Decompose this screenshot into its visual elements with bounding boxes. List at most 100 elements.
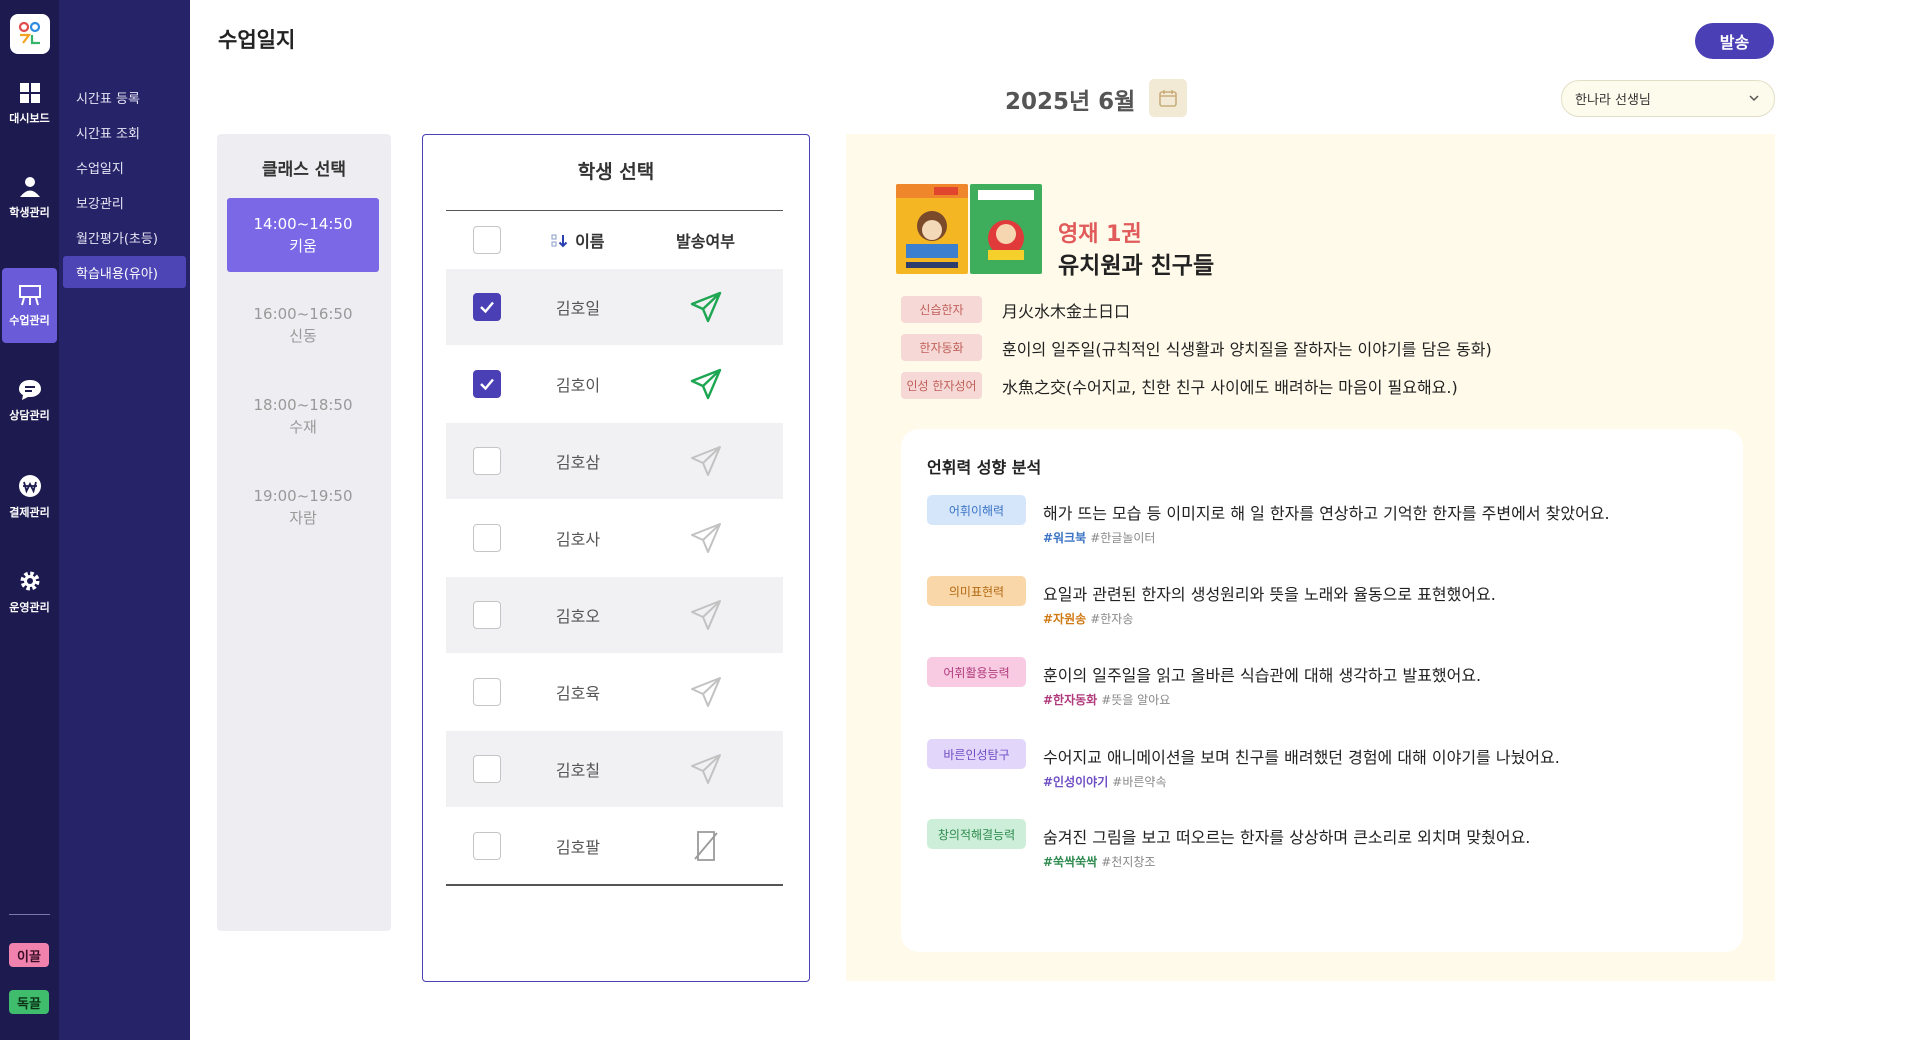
submenu-schedule-view[interactable]: 시간표 조회 bbox=[63, 116, 186, 148]
hashtag: #쑥싹쑥싹 bbox=[1043, 855, 1098, 869]
send-disabled-icon bbox=[693, 831, 718, 861]
nav-dashboard-label: 대시보드 bbox=[9, 111, 50, 125]
class-item[interactable]: 16:00~16:50 신동 bbox=[227, 288, 379, 362]
class-time: 19:00~19:50 bbox=[253, 487, 353, 505]
info-text: 水魚之交(수어지교, 친한 친구 사이에도 배려하는 마음이 필요해요.) bbox=[1002, 377, 1458, 397]
nav-counseling[interactable]: 상담관리 bbox=[2, 363, 57, 438]
analysis-hashtags: #한자동화 #뜻을 알아요 bbox=[1043, 691, 1170, 708]
student-icon bbox=[19, 176, 40, 197]
nav-students[interactable]: 학생관리 bbox=[2, 160, 57, 235]
checkmark-icon bbox=[480, 301, 494, 314]
class-item[interactable]: 18:00~18:50 수재 bbox=[227, 379, 379, 453]
analysis-tag: 의미표현력 bbox=[927, 576, 1026, 606]
page-title: 수업일지 bbox=[218, 28, 296, 52]
info-tag: 인성 한자성어 bbox=[901, 372, 982, 399]
won-coin-icon bbox=[18, 474, 41, 497]
student-row[interactable]: 김호칠 bbox=[446, 731, 783, 807]
submenu-makeup[interactable]: 보강관리 bbox=[63, 186, 186, 218]
submenu-schedule-register[interactable]: 시간표 등록 bbox=[63, 81, 186, 113]
analysis-title: 언휘력 성향 분석 bbox=[927, 458, 1042, 477]
student-row[interactable]: 김호이 bbox=[446, 346, 783, 422]
submenu-monthly-eval[interactable]: 월간평가(초등) bbox=[63, 221, 186, 253]
name-sort-header[interactable]: 이름 bbox=[528, 228, 628, 252]
nav-operations-label: 운영관리 bbox=[9, 600, 50, 614]
nav-payments-label: 결제관리 bbox=[9, 505, 50, 519]
hashtag: #워크북 bbox=[1043, 531, 1087, 545]
icon-rail: 대시보드 학생관리 수업관리 상담관리 결제관리 운영관리 이끌 독끌 bbox=[0, 0, 59, 1040]
class-name: 자람 bbox=[289, 509, 317, 527]
analysis-tag: 어휘활용능력 bbox=[927, 657, 1026, 687]
student-checkbox[interactable] bbox=[473, 601, 501, 629]
dashboard-grid-icon bbox=[19, 82, 40, 103]
student-row[interactable]: 김호사 bbox=[446, 500, 783, 576]
info-row: 신습한자 月火水木金土日口 bbox=[901, 296, 1130, 323]
paper-plane-icon[interactable] bbox=[689, 675, 723, 709]
class-name: 수재 bbox=[289, 418, 317, 436]
class-time: 16:00~16:50 bbox=[253, 305, 353, 323]
class-panel: 클래스 선택 14:00~14:50 키움 16:00~16:50 신동 18:… bbox=[217, 134, 391, 931]
info-tag: 신습한자 bbox=[901, 296, 982, 323]
student-row[interactable]: 김호육 bbox=[446, 654, 783, 730]
submenu-panel: 시간표 등록 시간표 조회 수업일지 보강관리 월간평가(초등) 학습내용(유아… bbox=[59, 0, 190, 1040]
brand-logo[interactable] bbox=[10, 14, 50, 54]
submenu-class-journal[interactable]: 수업일지 bbox=[63, 151, 186, 183]
student-row[interactable]: 김호팔 bbox=[446, 808, 783, 884]
class-item[interactable]: 19:00~19:50 자람 bbox=[227, 470, 379, 544]
hashtag: #한글놀이터 bbox=[1090, 531, 1156, 545]
class-name: 키움 bbox=[289, 237, 317, 255]
student-row[interactable]: 김호일 bbox=[446, 269, 783, 345]
student-checkbox[interactable] bbox=[473, 293, 501, 321]
class-name: 신동 bbox=[289, 327, 317, 345]
info-text: 月火水木金土日口 bbox=[1002, 301, 1131, 321]
dokgeul-badge[interactable]: 독끌 bbox=[9, 990, 49, 1014]
student-name: 김호팔 bbox=[555, 838, 601, 857]
teacher-select[interactable]: 한나라 선생님 bbox=[1561, 80, 1775, 117]
sent-status-header: 발송여부 bbox=[676, 231, 735, 251]
nav-students-label: 학생관리 bbox=[9, 205, 50, 219]
analysis-hashtags: #인성이야기 #바른약속 bbox=[1043, 773, 1166, 790]
paper-plane-icon[interactable] bbox=[689, 752, 723, 786]
chat-bubble-icon bbox=[18, 379, 41, 400]
student-checkbox[interactable] bbox=[473, 447, 501, 475]
paper-plane-icon[interactable] bbox=[689, 521, 723, 555]
nav-classes[interactable]: 수업관리 bbox=[2, 268, 57, 343]
student-checkbox[interactable] bbox=[473, 678, 501, 706]
classroom-easel-icon bbox=[18, 284, 41, 305]
send-button[interactable]: 발송 bbox=[1695, 23, 1774, 59]
student-name: 김호삼 bbox=[555, 453, 601, 472]
hashtag: #뜻을 알아요 bbox=[1101, 693, 1171, 707]
analysis-hashtags: #자원송 #한자송 bbox=[1043, 610, 1133, 627]
book-cover-image bbox=[970, 184, 1042, 274]
paper-plane-icon[interactable] bbox=[689, 444, 723, 478]
analysis-card: 언휘력 성향 분석 어휘이해력 해가 뜨는 모습 등 이미지로 해 일 한자를 연… bbox=[901, 429, 1743, 952]
student-checkbox[interactable] bbox=[473, 524, 501, 552]
class-item[interactable]: 14:00~14:50 키움 bbox=[227, 198, 379, 272]
checkmark-icon bbox=[480, 378, 494, 391]
calendar-button[interactable] bbox=[1149, 79, 1187, 117]
nav-payments[interactable]: 결제관리 bbox=[2, 459, 57, 534]
analysis-text: 수어지교 애니메이션을 보며 친구를 배려했던 경험에 대해 이야기를 나눴어요… bbox=[1043, 748, 1560, 767]
info-tag: 한자동화 bbox=[901, 334, 982, 361]
nav-dashboard[interactable]: 대시보드 bbox=[2, 66, 57, 141]
hashtag: #한자동화 bbox=[1043, 693, 1098, 707]
nav-classes-label: 수업관리 bbox=[9, 313, 50, 327]
analysis-text: 숨겨진 그림을 보고 떠오르는 한자를 상상하며 큰소리로 외치며 맞췄어요. bbox=[1043, 828, 1531, 847]
table-bottom-border bbox=[446, 884, 783, 886]
nav-operations[interactable]: 운영관리 bbox=[2, 554, 57, 629]
student-row[interactable]: 김호삼 bbox=[446, 423, 783, 499]
book-title: 유치원과 친구들 bbox=[1058, 253, 1215, 279]
paper-plane-sent-icon[interactable] bbox=[689, 367, 723, 401]
submenu-learning-content[interactable]: 학습내용(유아) bbox=[63, 256, 186, 288]
paper-plane-sent-icon[interactable] bbox=[689, 290, 723, 324]
student-panel: 학생 선택 이름 발송여부 김호일 김호이 김호삼 김호사 김호오 김호육 김호… bbox=[422, 134, 810, 982]
detail-panel: 영재 1권 유치원과 친구들 신습한자 月火水木金土日口 한자동화 훈이의 일주… bbox=[846, 134, 1775, 981]
paper-plane-icon[interactable] bbox=[689, 598, 723, 632]
rail-divider bbox=[9, 914, 50, 915]
book-volume: 영재 1권 bbox=[1058, 222, 1142, 247]
student-checkbox[interactable] bbox=[473, 832, 501, 860]
student-row[interactable]: 김호오 bbox=[446, 577, 783, 653]
select-all-checkbox[interactable] bbox=[473, 225, 501, 254]
student-checkbox[interactable] bbox=[473, 370, 501, 398]
student-checkbox[interactable] bbox=[473, 755, 501, 783]
igeul-badge[interactable]: 이끌 bbox=[9, 943, 49, 967]
